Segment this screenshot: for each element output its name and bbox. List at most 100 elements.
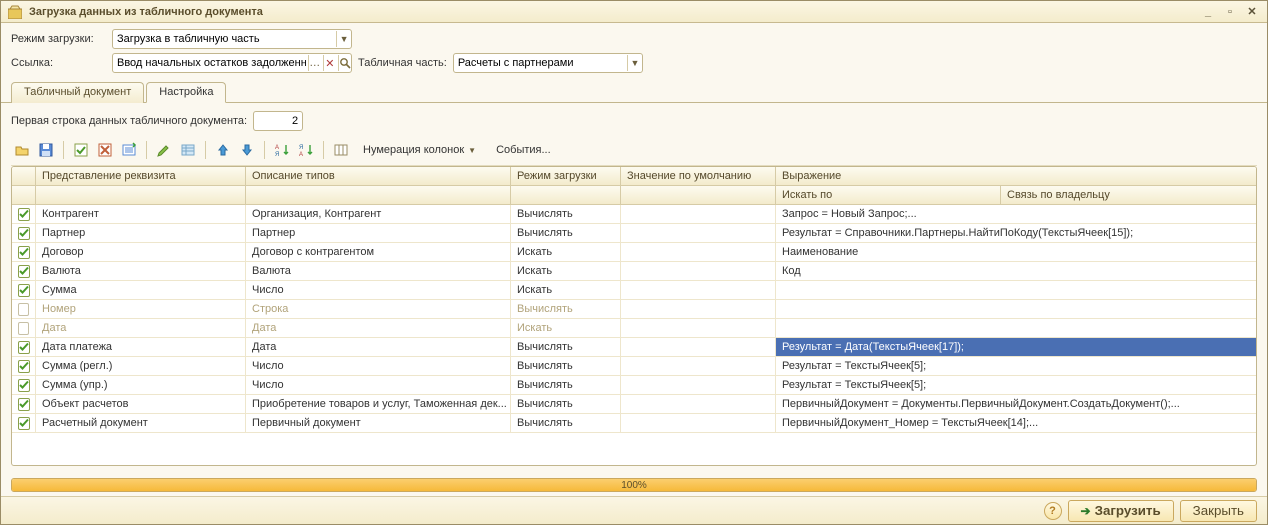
chevron-down-icon[interactable]: ▼ — [627, 55, 642, 71]
row-check-cell[interactable] — [12, 243, 36, 261]
cell-name[interactable]: Договор — [36, 243, 246, 261]
row-check-cell[interactable] — [12, 376, 36, 394]
cell-expression[interactable] — [776, 281, 1256, 299]
row-check-cell[interactable] — [12, 205, 36, 223]
cell-expression[interactable]: Результат = ТекстыЯчеек[5]; — [776, 357, 1256, 375]
row-check-cell[interactable] — [12, 357, 36, 375]
clear-icon[interactable]: ✕ — [323, 55, 336, 71]
cell-default[interactable] — [621, 281, 776, 299]
cell-name[interactable]: Контрагент — [36, 205, 246, 223]
cell-expression[interactable] — [776, 300, 1256, 318]
row-checkbox[interactable] — [18, 284, 30, 297]
table-row[interactable]: ДатаДатаИскать — [12, 319, 1256, 338]
cell-name[interactable]: Партнер — [36, 224, 246, 242]
row-checkbox[interactable] — [18, 208, 30, 221]
list-icon[interactable] — [177, 139, 199, 161]
cell-expression[interactable]: Наименование — [776, 243, 1256, 261]
cell-name[interactable]: Валюта — [36, 262, 246, 280]
mode-input[interactable] — [117, 33, 334, 45]
row-check-cell[interactable] — [12, 300, 36, 318]
cell-mode[interactable]: Вычислять — [511, 414, 621, 432]
table-row[interactable]: Объект расчетовПриобретение товаров и ус… — [12, 395, 1256, 414]
cell-default[interactable] — [621, 395, 776, 413]
ellipsis-icon[interactable]: … — [308, 55, 321, 71]
table-row[interactable]: ПартнерПартнерВычислятьРезультат = Справ… — [12, 224, 1256, 243]
row-check-cell[interactable] — [12, 262, 36, 280]
cell-mode[interactable]: Искать — [511, 281, 621, 299]
cell-default[interactable] — [621, 414, 776, 432]
table-row[interactable]: Дата платежаДатаВычислятьРезультат = Дат… — [12, 338, 1256, 357]
table-row[interactable]: НомерСтрокаВычислять — [12, 300, 1256, 319]
cell-name[interactable]: Номер — [36, 300, 246, 318]
row-check-cell[interactable] — [12, 281, 36, 299]
cell-mode[interactable]: Вычислять — [511, 205, 621, 223]
minimize-button[interactable]: _ — [1199, 5, 1217, 19]
col-search-by[interactable]: Искать по — [776, 186, 1001, 204]
cell-name[interactable]: Дата платежа — [36, 338, 246, 356]
cell-mode[interactable]: Искать — [511, 262, 621, 280]
table-row[interactable]: КонтрагентОрганизация, КонтрагентВычисля… — [12, 205, 1256, 224]
move-up-icon[interactable] — [212, 139, 234, 161]
cell-mode[interactable]: Вычислять — [511, 357, 621, 375]
cell-mode[interactable]: Искать — [511, 243, 621, 261]
cell-expression[interactable]: Запрос = Новый Запрос;... — [776, 205, 1256, 223]
sort-desc-icon[interactable]: ЯА — [295, 139, 317, 161]
chevron-down-icon[interactable]: ▼ — [336, 31, 351, 47]
row-check-cell[interactable] — [12, 338, 36, 356]
col-expression[interactable]: Выражение — [776, 167, 1256, 185]
renumber-icon[interactable] — [118, 139, 140, 161]
cell-default[interactable] — [621, 243, 776, 261]
cell-types[interactable]: Число — [246, 376, 511, 394]
table-row[interactable]: ВалютаВалютаИскатьКод — [12, 262, 1256, 281]
load-button[interactable]: ➔ Загрузить — [1068, 500, 1174, 522]
cell-default[interactable] — [621, 338, 776, 356]
cell-types[interactable]: Дата — [246, 319, 511, 337]
row-checkbox[interactable] — [18, 227, 30, 240]
col-types[interactable]: Описание типов — [246, 167, 511, 185]
cell-name[interactable]: Дата — [36, 319, 246, 337]
cell-types[interactable]: Приобретение товаров и услуг, Таможенная… — [246, 395, 511, 413]
edit-icon[interactable] — [153, 139, 175, 161]
cell-types[interactable]: Дата — [246, 338, 511, 356]
open-icon[interactable] — [11, 139, 33, 161]
row-check-cell[interactable] — [12, 395, 36, 413]
tab-settings[interactable]: Настройка — [146, 82, 226, 103]
cell-default[interactable] — [621, 319, 776, 337]
cell-name[interactable]: Сумма (регл.) — [36, 357, 246, 375]
cell-expression[interactable] — [776, 319, 1256, 337]
row-checkbox[interactable] — [18, 341, 30, 354]
cell-types[interactable]: Число — [246, 281, 511, 299]
row-check-cell[interactable] — [12, 224, 36, 242]
cell-expression[interactable]: Результат = Справочники.Партнеры.НайтиПо… — [776, 224, 1256, 242]
row-checkbox[interactable] — [18, 246, 30, 259]
cell-default[interactable] — [621, 224, 776, 242]
table-row[interactable]: Сумма (упр.)ЧислоВычислятьРезультат = Те… — [12, 376, 1256, 395]
cell-default[interactable] — [621, 357, 776, 375]
cell-name[interactable]: Сумма (упр.) — [36, 376, 246, 394]
cell-name[interactable]: Расчетный документ — [36, 414, 246, 432]
firstline-field[interactable] — [253, 111, 303, 131]
table-row[interactable]: СуммаЧислоИскать — [12, 281, 1256, 300]
table-row[interactable]: Расчетный документПервичный документВычи… — [12, 414, 1256, 433]
row-checkbox[interactable] — [18, 379, 30, 392]
ref-input[interactable] — [117, 57, 306, 69]
sort-asc-icon[interactable]: АЯ — [271, 139, 293, 161]
row-check-cell[interactable] — [12, 319, 36, 337]
cell-default[interactable] — [621, 205, 776, 223]
cell-types[interactable]: Строка — [246, 300, 511, 318]
cell-name[interactable]: Объект расчетов — [36, 395, 246, 413]
firstline-input[interactable] — [258, 115, 298, 127]
cell-name[interactable]: Сумма — [36, 281, 246, 299]
table-row[interactable]: Сумма (регл.)ЧислоВычислятьРезультат = Т… — [12, 357, 1256, 376]
col-check[interactable] — [12, 167, 36, 185]
mode-select[interactable]: ▼ — [112, 29, 352, 49]
row-checkbox[interactable] — [18, 303, 29, 316]
col-owner-link[interactable]: Связь по владельцу — [1001, 186, 1256, 204]
search-icon[interactable] — [338, 55, 351, 71]
cell-default[interactable] — [621, 262, 776, 280]
cell-types[interactable]: Первичный документ — [246, 414, 511, 432]
col-mode[interactable]: Режим загрузки — [511, 167, 621, 185]
row-checkbox[interactable] — [18, 360, 30, 373]
check-all-icon[interactable] — [70, 139, 92, 161]
col-default[interactable]: Значение по умолчанию — [621, 167, 776, 185]
